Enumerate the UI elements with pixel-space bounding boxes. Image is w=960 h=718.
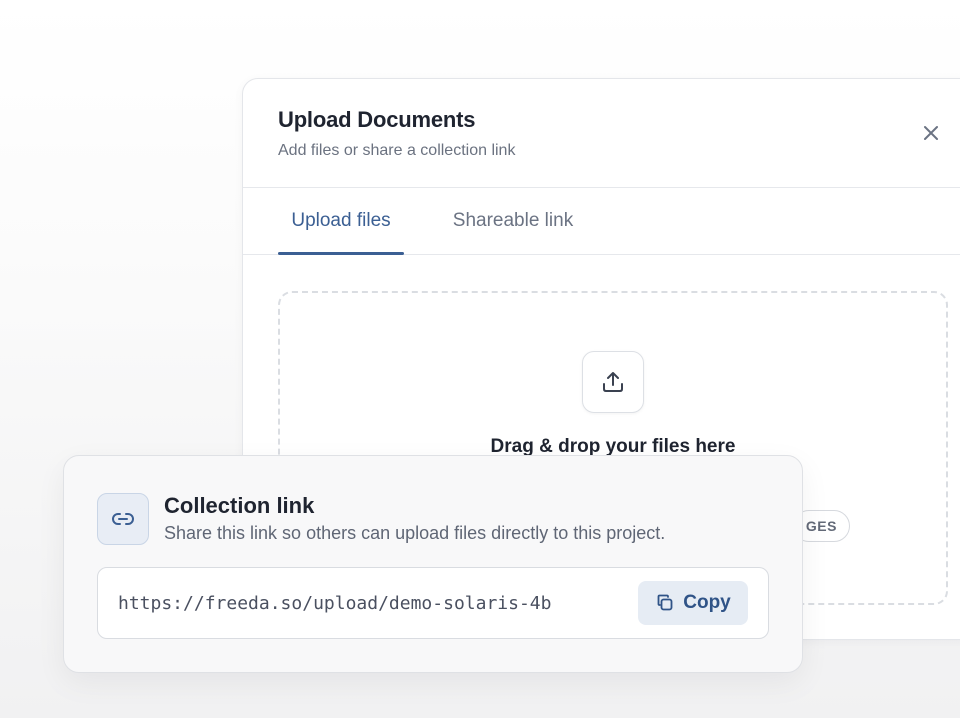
upload-icon <box>603 372 623 392</box>
close-icon <box>924 126 938 140</box>
link-icon-box <box>97 493 149 545</box>
link-icon <box>112 513 134 525</box>
url-field[interactable]: https://freeda.so/upload/demo-solaris-4b… <box>97 567 769 639</box>
collection-link-title: Collection link <box>164 493 315 518</box>
upload-icon-box <box>582 351 644 413</box>
tab-shareable-link[interactable]: Shareable link <box>443 188 583 254</box>
modal-title: Upload Documents <box>278 107 476 132</box>
modal-header: Upload Documents Add files or share a co… <box>243 79 960 188</box>
modal-subtitle: Add files or share a collection link <box>278 142 516 159</box>
collection-link-card: Collection link Share this link so other… <box>63 455 803 673</box>
tab-upload-files[interactable]: Upload files <box>278 188 404 255</box>
copy-button-label: Copy <box>683 592 731 613</box>
collection-link-description: Share this link so others can upload fil… <box>164 523 666 543</box>
copy-button[interactable]: Copy <box>638 581 748 625</box>
url-text[interactable]: https://freeda.so/upload/demo-solaris-4b <box>118 568 551 638</box>
close-button[interactable] <box>915 117 947 149</box>
tab-bar: Upload files Shareable link <box>243 188 960 255</box>
copy-icon <box>657 594 673 611</box>
